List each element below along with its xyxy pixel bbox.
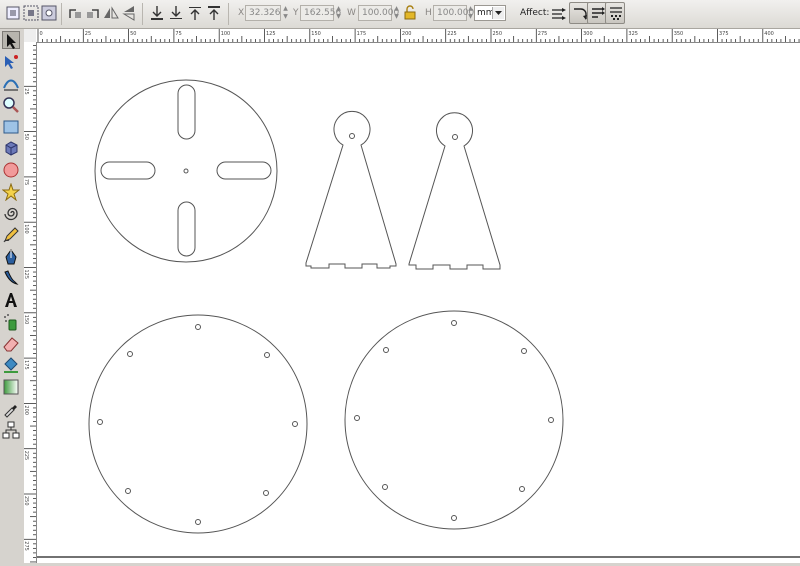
rectangle-icon[interactable] xyxy=(2,118,20,136)
spiral-icon[interactable] xyxy=(2,204,20,222)
tower-piece-2[interactable] xyxy=(408,112,501,270)
lock-icon[interactable] xyxy=(401,4,419,22)
ruler-label: 300 xyxy=(583,31,593,37)
horizontal-ruler[interactable]: 0 25 50 75 100 125 150 175 200 225 250 275 300 325 350… xyxy=(36,29,800,43)
ruler-label: 25 xyxy=(24,88,29,94)
drawing-canvas[interactable] xyxy=(37,43,800,563)
pen-icon[interactable] xyxy=(2,248,20,266)
chevron-down-icon[interactable] xyxy=(492,7,504,19)
ruler-label: 275 xyxy=(24,541,29,551)
y-label: Y xyxy=(293,8,299,18)
ruler-label: 25 xyxy=(85,31,91,37)
rotate-cw-icon[interactable] xyxy=(84,4,102,22)
ruler-label: 0 xyxy=(40,31,43,37)
ruler-label: 125 xyxy=(266,31,276,37)
ruler-label: 150 xyxy=(311,31,321,37)
ellipse-icon[interactable] xyxy=(2,161,20,179)
spray-icon[interactable] xyxy=(2,313,20,331)
tower-piece-1[interactable] xyxy=(305,110,397,269)
tweak-icon[interactable] xyxy=(2,74,20,92)
w-input[interactable]: 100.000 xyxy=(358,5,399,21)
ruler-label: 175 xyxy=(24,360,29,370)
3d-box-icon[interactable] xyxy=(2,139,20,157)
ruler-label: 375 xyxy=(719,31,729,37)
ruler-label: 200 xyxy=(24,405,29,415)
x-label: X xyxy=(238,8,245,18)
ruler-label: 50 xyxy=(24,134,29,140)
dropper-icon[interactable] xyxy=(2,400,20,418)
h-input[interactable]: 100.000 xyxy=(433,5,474,21)
h-label: H xyxy=(425,8,432,18)
ruler-label: 150 xyxy=(24,315,29,325)
affect-label: Affect: xyxy=(520,8,550,18)
ruler-label: 350 xyxy=(674,31,684,37)
unit-select[interactable]: mm xyxy=(474,5,506,21)
paint-bucket-icon[interactable] xyxy=(2,356,20,374)
w-label: W xyxy=(347,8,356,18)
x-spin-icon[interactable]: ▲ ▼ xyxy=(281,5,290,21)
ruler-label: 75 xyxy=(175,31,181,37)
ruler-label: 175 xyxy=(357,31,367,37)
ruler-label: 50 xyxy=(130,31,136,37)
connector-icon[interactable] xyxy=(2,421,20,439)
tool-controls-bar: X 32.326 ▲ ▼ Y 162.556 ▲ ▼ W 100.000 ▲ ▼ H … xyxy=(0,0,800,29)
lower-icon[interactable] xyxy=(167,4,185,22)
pencil-icon[interactable] xyxy=(2,226,20,244)
ruler-label: 200 xyxy=(402,31,412,37)
holed-disc-right[interactable] xyxy=(344,310,564,530)
toolbox xyxy=(0,29,25,563)
zoom-icon[interactable] xyxy=(2,96,20,114)
w-spin-icon[interactable]: ▲ ▼ xyxy=(392,5,401,21)
flip-horizontal-icon[interactable] xyxy=(102,4,120,22)
select-all-layers-icon[interactable] xyxy=(22,4,40,22)
ruler-label: 225 xyxy=(24,451,29,461)
transform-gradients-icon[interactable] xyxy=(587,2,607,24)
raise-to-top-icon[interactable] xyxy=(205,4,223,22)
calligraphy-icon[interactable] xyxy=(2,269,20,287)
drawing-svg[interactable] xyxy=(37,43,800,563)
y-spin-icon[interactable]: ▲ ▼ xyxy=(334,5,343,21)
scale-stroke-icon[interactable] xyxy=(550,4,568,22)
select-all-icon[interactable] xyxy=(4,4,22,22)
ruler-label: 125 xyxy=(24,270,29,280)
transform-patterns-icon[interactable] xyxy=(605,2,625,24)
lower-to-bottom-icon[interactable] xyxy=(148,4,166,22)
flip-vertical-icon[interactable] xyxy=(120,4,138,22)
ruler-label: 250 xyxy=(24,496,29,506)
gradient-icon[interactable] xyxy=(2,378,20,396)
vertical-ruler[interactable]: 25 50 75 100 125 150 175 200 225 250 275 xyxy=(23,42,37,563)
invert-selection-icon[interactable] xyxy=(40,4,58,22)
rotate-ccw-icon[interactable] xyxy=(66,4,84,22)
scale-corners-icon[interactable] xyxy=(569,2,589,24)
node-editor-icon[interactable] xyxy=(2,53,20,71)
holed-disc-left[interactable] xyxy=(88,314,308,534)
ruler-label: 250 xyxy=(493,31,503,37)
eraser-icon[interactable] xyxy=(2,335,20,353)
ruler-label: 325 xyxy=(628,31,638,37)
y-input[interactable]: 162.556 xyxy=(300,5,341,21)
selector-icon[interactable] xyxy=(2,31,20,49)
text-icon[interactable] xyxy=(2,291,20,309)
x-input[interactable]: 32.326 xyxy=(245,5,281,21)
ruler-label: 275 xyxy=(538,31,548,37)
raise-icon[interactable] xyxy=(186,4,204,22)
ruler-corner xyxy=(24,29,36,42)
star-icon[interactable] xyxy=(2,183,20,201)
ruler-label: 400 xyxy=(764,31,774,37)
ruler-label: 225 xyxy=(447,31,457,37)
ruler-label: 75 xyxy=(24,179,29,185)
slotted-disc[interactable] xyxy=(94,79,278,263)
ruler-label: 100 xyxy=(24,224,29,234)
ruler-label: 100 xyxy=(221,31,231,37)
